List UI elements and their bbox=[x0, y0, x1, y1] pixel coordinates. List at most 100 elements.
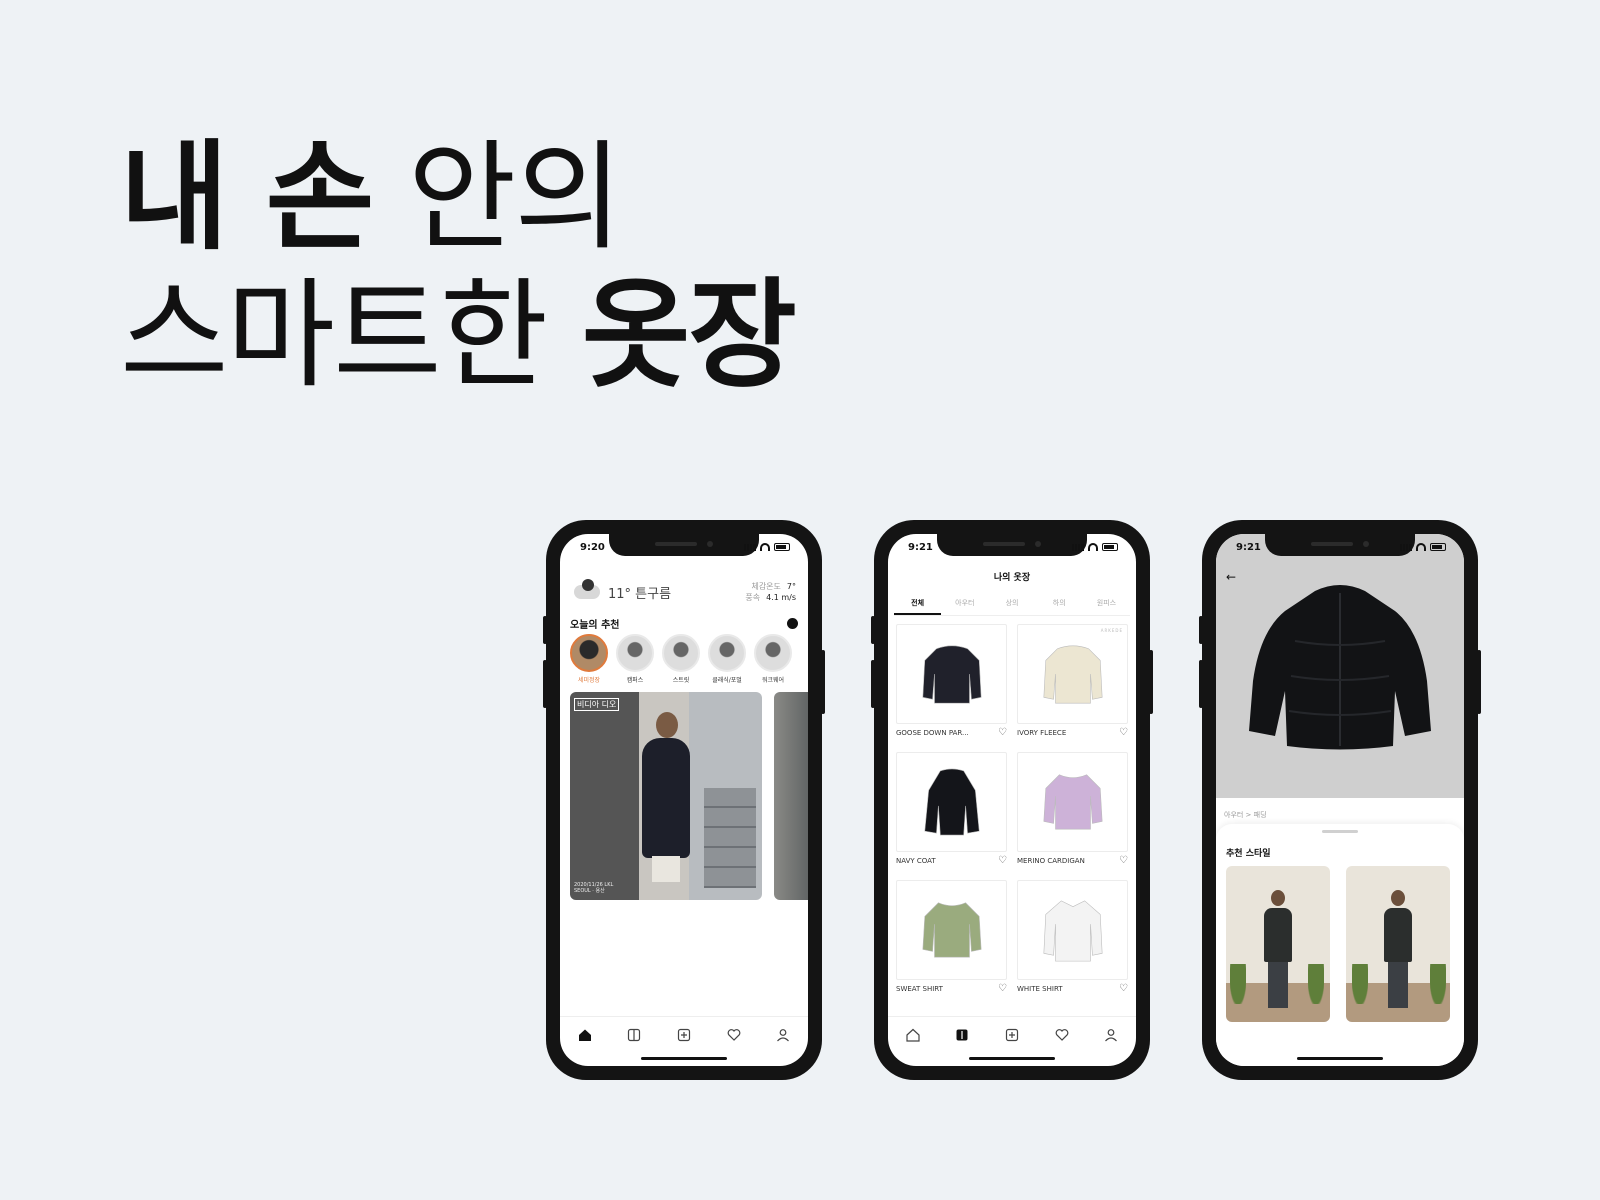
style-avatar bbox=[662, 634, 700, 672]
item-name: SWEAT SHIRT bbox=[896, 985, 943, 993]
tab-dress[interactable]: 원피스 bbox=[1083, 592, 1130, 615]
feed-caption-line-2: SEOUL · 용산 bbox=[574, 888, 605, 894]
phone-home: 9:20 11° 튼구름 체감온도 7° 풍속 4.1 m/s 오늘의 추천 세미정… bbox=[543, 520, 825, 1080]
home-icon[interactable] bbox=[905, 1027, 921, 1043]
home-indicator bbox=[1297, 1057, 1383, 1060]
weather-widget: 11° 튼구름 체감온도 7° 풍속 4.1 m/s bbox=[574, 579, 796, 604]
style-label: 캠퍼스 bbox=[626, 677, 644, 684]
sweater-image bbox=[1043, 774, 1102, 830]
sheet-title: 추천 스타일 bbox=[1226, 849, 1271, 859]
status-bar: 9:21 bbox=[1236, 540, 1446, 554]
outfit-photo-card[interactable]: 비디아 디오 2020/11/26 LKL SEOUL · 용산 bbox=[570, 692, 762, 900]
heart-icon[interactable] bbox=[1054, 1027, 1070, 1043]
clothing-item[interactable]: SWEAT SHIRT ♡ bbox=[896, 880, 1007, 998]
tab-outer[interactable]: 아우터 bbox=[941, 592, 988, 615]
add-icon[interactable] bbox=[1004, 1027, 1020, 1043]
status-bar: 9:20 bbox=[580, 540, 790, 554]
heart-icon[interactable]: ♡ bbox=[1119, 984, 1128, 994]
closet-grid: GOOSE DOWN PAR... ♡ ARKEDE IVORY FLEECE ♡ NAV… bbox=[896, 624, 1128, 998]
style-avatar bbox=[754, 634, 792, 672]
model-image bbox=[1384, 890, 1412, 1010]
headline: 내 손 안의 스마트한 옷장 bbox=[120, 128, 797, 404]
jacket-image bbox=[922, 645, 981, 704]
wind-value: 4.1 m/s bbox=[766, 593, 796, 602]
clothing-item[interactable]: NAVY COAT ♡ bbox=[896, 752, 1007, 870]
style-look-card[interactable] bbox=[1346, 866, 1450, 1022]
status-time: 9:20 bbox=[580, 541, 605, 553]
clothing-item[interactable]: MERINO CARDIGAN ♡ bbox=[1017, 752, 1128, 870]
back-arrow-icon[interactable]: ← bbox=[1226, 570, 1236, 584]
heart-icon[interactable]: ♡ bbox=[998, 856, 1007, 866]
headline-line-1: 내 손 안의 bbox=[120, 128, 795, 266]
product-image bbox=[1216, 534, 1464, 798]
breadcrumb: 아우터 > 패딩 bbox=[1224, 811, 1267, 819]
style-item[interactable]: 세미정장 bbox=[570, 634, 608, 684]
profile-icon[interactable] bbox=[1103, 1027, 1119, 1043]
outfit-photo-card-next[interactable] bbox=[774, 692, 808, 900]
heart-icon[interactable]: ♡ bbox=[998, 728, 1007, 738]
item-name: MERINO CARDIGAN bbox=[1017, 857, 1085, 865]
model-image bbox=[1264, 890, 1292, 1010]
profile-icon[interactable] bbox=[775, 1027, 791, 1043]
signal-icon bbox=[1400, 543, 1412, 551]
item-name: IVORY FLEECE bbox=[1017, 729, 1067, 737]
battery-icon bbox=[1102, 543, 1118, 551]
style-item[interactable]: 스트릿 bbox=[662, 634, 700, 684]
headline-light-2: 스마트한 bbox=[120, 266, 582, 404]
tab-bar bbox=[560, 1016, 808, 1052]
clothing-image bbox=[1017, 752, 1128, 852]
category-tabs: 전체 아우터 상의 하의 원피스 bbox=[894, 592, 1130, 616]
style-label: 스트릿 bbox=[672, 677, 690, 684]
clothing-image bbox=[896, 752, 1007, 852]
sweater-image bbox=[922, 902, 981, 958]
style-list: 세미정장 캠퍼스 스트릿 클래식/포멀 워크웨어 bbox=[570, 634, 808, 684]
phone-detail: 9:21 ← 아우터 > 패딩 추천 스타일 bbox=[1199, 520, 1481, 1080]
clothing-item[interactable]: WHITE SHIRT ♡ bbox=[1017, 880, 1128, 998]
clothing-item[interactable]: GOOSE DOWN PAR... ♡ bbox=[896, 624, 1007, 742]
tab-top[interactable]: 상의 bbox=[988, 592, 1035, 615]
heart-icon[interactable] bbox=[726, 1027, 742, 1043]
heart-icon[interactable]: ♡ bbox=[1119, 856, 1128, 866]
clothing-image: ARKEDE bbox=[1017, 624, 1128, 724]
refresh-icon[interactable] bbox=[787, 618, 798, 629]
heart-icon[interactable]: ♡ bbox=[998, 984, 1007, 994]
item-name: NAVY COAT bbox=[896, 857, 936, 865]
style-item[interactable]: 워크웨어 bbox=[754, 634, 792, 684]
closet-icon[interactable] bbox=[954, 1027, 970, 1043]
tab-bar bbox=[888, 1016, 1136, 1052]
status-time: 9:21 bbox=[1236, 541, 1261, 553]
style-item[interactable]: 클래식/포멀 bbox=[708, 634, 746, 684]
style-look-card[interactable] bbox=[1226, 866, 1330, 1022]
clothing-image bbox=[896, 624, 1007, 724]
wifi-icon bbox=[1088, 543, 1098, 551]
style-item[interactable]: 캠퍼스 bbox=[616, 634, 654, 684]
brand-label: ARKEDE bbox=[1100, 628, 1123, 633]
headline-light-1: 안의 bbox=[372, 128, 623, 266]
jacket-image bbox=[1043, 645, 1102, 704]
item-name: GOOSE DOWN PAR... bbox=[896, 729, 969, 737]
person-image bbox=[642, 710, 690, 886]
shirt-image bbox=[1043, 900, 1102, 962]
clothing-item[interactable]: ARKEDE IVORY FLEECE ♡ bbox=[1017, 624, 1128, 742]
lockers-image bbox=[704, 788, 756, 888]
style-avatar bbox=[616, 634, 654, 672]
feels-label: 체감온도 bbox=[751, 582, 781, 591]
home-indicator bbox=[969, 1057, 1055, 1060]
style-label: 세미정장 bbox=[577, 677, 601, 684]
headline-bold-1: 내 손 bbox=[120, 128, 374, 266]
style-label: 클래식/포멀 bbox=[712, 677, 742, 684]
headline-line-2: 스마트한 옷장 bbox=[120, 266, 797, 404]
home-screen: 9:20 11° 튼구름 체감온도 7° 풍속 4.1 m/s 오늘의 추천 세미정… bbox=[560, 534, 808, 1066]
tab-bottom[interactable]: 하의 bbox=[1036, 592, 1083, 615]
tab-all[interactable]: 전체 bbox=[894, 592, 942, 615]
feed-tag: 비디아 디오 bbox=[574, 698, 620, 711]
style-label: 워크웨어 bbox=[761, 677, 785, 684]
status-bar: 9:21 bbox=[908, 540, 1118, 554]
heart-icon[interactable]: ♡ bbox=[1119, 728, 1128, 738]
add-icon[interactable] bbox=[676, 1027, 692, 1043]
closet-icon[interactable] bbox=[626, 1027, 642, 1043]
home-icon[interactable] bbox=[577, 1027, 593, 1043]
sheet-handle[interactable] bbox=[1322, 830, 1358, 833]
wifi-icon bbox=[1416, 543, 1426, 551]
recommend-sheet: 추천 스타일 bbox=[1216, 824, 1464, 1066]
